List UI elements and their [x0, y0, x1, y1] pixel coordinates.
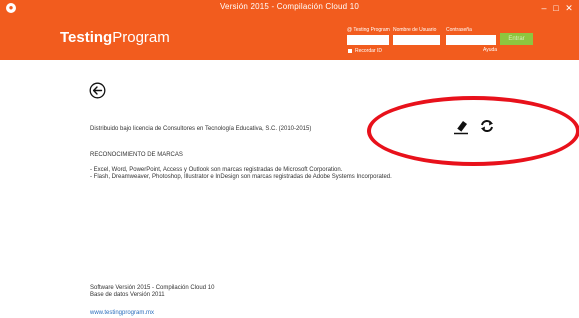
password-input[interactable]: [446, 35, 496, 45]
minimize-button[interactable]: –: [539, 2, 549, 14]
window-title: Versión 2015 - Compilación Cloud 10: [219, 2, 360, 11]
back-arrow-icon[interactable]: [89, 82, 106, 99]
help-link[interactable]: Ayuda: [483, 47, 497, 53]
trademarks-title: RECONOCIMIENTO DE MARCAS: [90, 152, 183, 158]
software-version: Software Versión 2015 - Compilación Clou…: [90, 285, 215, 291]
maximize-button[interactable]: □: [551, 2, 561, 14]
password-label: Contraseña: [446, 27, 472, 33]
remember-id-checkbox[interactable]: [348, 49, 352, 53]
remember-id-label: Recordar ID: [355, 48, 382, 54]
license-text: Distribuido bajo licencia de Consultores…: [90, 126, 312, 132]
username-label: Nombre de Usuario: [393, 27, 437, 33]
website-link[interactable]: www.testingprogram.mx: [90, 310, 154, 316]
login-button[interactable]: Entrar: [500, 33, 533, 45]
username-input[interactable]: [393, 35, 440, 45]
trademark-line: - Flash, Dreamweaver, Photoshop, Illustr…: [90, 174, 392, 180]
testingprogram-id-input[interactable]: [347, 35, 389, 45]
close-button[interactable]: ✕: [564, 2, 574, 14]
brand-logo: TestingProgram: [60, 29, 170, 46]
window-titlebar: ● Versión 2015 - Compilación Cloud 10 – …: [0, 0, 579, 17]
brand-bold: Testing: [60, 29, 113, 46]
app-header: TestingProgram @ Testing Program Nombre …: [0, 17, 579, 60]
annotation-highlight-ellipse: [367, 96, 579, 166]
trademark-line: - Excel, Word, PowerPoint, Access y Outl…: [90, 167, 343, 173]
database-version: Base de datos Versión 2011: [90, 292, 165, 298]
testingprogram-id-label: @ Testing Program: [347, 27, 390, 33]
brand-light: Program: [112, 29, 170, 46]
